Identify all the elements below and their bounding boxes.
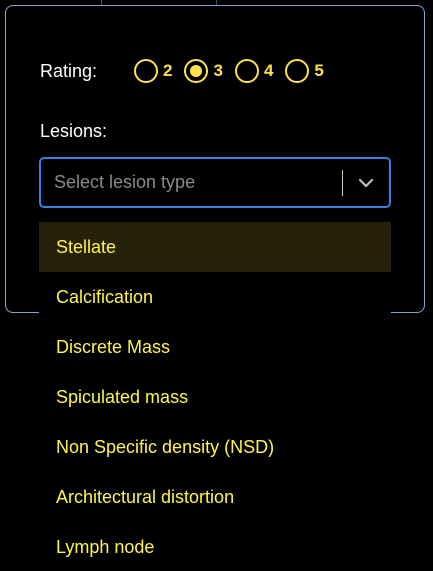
- rating-option-label: 4: [263, 61, 274, 80]
- rating-option-label: 5: [314, 61, 324, 80]
- screen: Rating: 2 3 4 5 Lesions: Select lesion t…: [0, 0, 433, 571]
- lesion-option-lymph-node[interactable]: Lymph node: [39, 522, 391, 571]
- lesion-option-discrete-mass[interactable]: Discrete Mass: [39, 322, 391, 372]
- lesion-type-select[interactable]: Select lesion type: [39, 157, 391, 208]
- radio-circle[interactable]: [184, 59, 209, 83]
- radio-dot: [190, 65, 203, 77]
- rating-label: Rating:: [40, 60, 98, 81]
- radio-circle[interactable]: [134, 59, 158, 83]
- lesion-option-architectural-distortion[interactable]: Architectural distortion: [39, 472, 391, 522]
- rating-option-label: 2: [163, 61, 173, 80]
- rating-option-4[interactable]: 4: [234, 59, 274, 83]
- rating-row: Rating: 2 3 4 5: [40, 58, 336, 84]
- rating-option-label: 3: [213, 61, 223, 80]
- radio-circle[interactable]: [234, 59, 259, 83]
- lesion-type-dropdown-menu: Stellate Calcification Discrete Mass Spi…: [39, 222, 391, 571]
- lesion-option-stellate[interactable]: Stellate: [39, 222, 391, 272]
- lesion-option-spiculated-mass[interactable]: Spiculated mass: [39, 372, 391, 422]
- radio-circle[interactable]: [285, 59, 310, 83]
- rating-option-3[interactable]: 3: [184, 59, 223, 83]
- rating-option-2[interactable]: 2: [134, 59, 172, 83]
- chevron-down-icon[interactable]: [343, 159, 389, 206]
- lesion-option-calcification[interactable]: Calcification: [39, 272, 391, 322]
- lesions-label: Lesions:: [40, 121, 108, 141]
- rating-radio-group: 2 3 4 5: [134, 59, 336, 83]
- rating-option-5[interactable]: 5: [285, 59, 324, 83]
- select-placeholder: Select lesion type: [54, 172, 196, 192]
- lesion-option-nsd[interactable]: Non Specific density (NSD): [39, 422, 391, 472]
